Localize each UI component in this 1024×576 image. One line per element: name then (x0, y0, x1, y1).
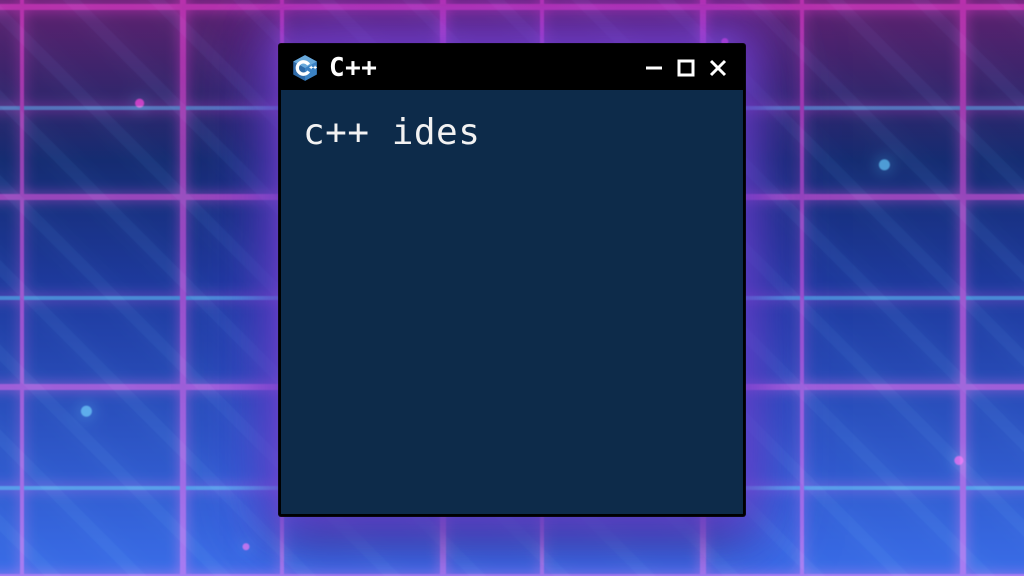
maximize-button[interactable] (673, 55, 699, 81)
close-button[interactable] (705, 55, 731, 81)
content-text: c++ ides (303, 112, 480, 153)
cpp-logo-icon (291, 54, 319, 82)
window-controls (641, 55, 731, 81)
application-window: C++ c++ ides (279, 44, 745, 516)
editor-content[interactable]: c++ ides (281, 90, 743, 514)
window-title: C++ (329, 53, 631, 83)
minimize-button[interactable] (641, 55, 667, 81)
titlebar[interactable]: C++ (281, 46, 743, 90)
